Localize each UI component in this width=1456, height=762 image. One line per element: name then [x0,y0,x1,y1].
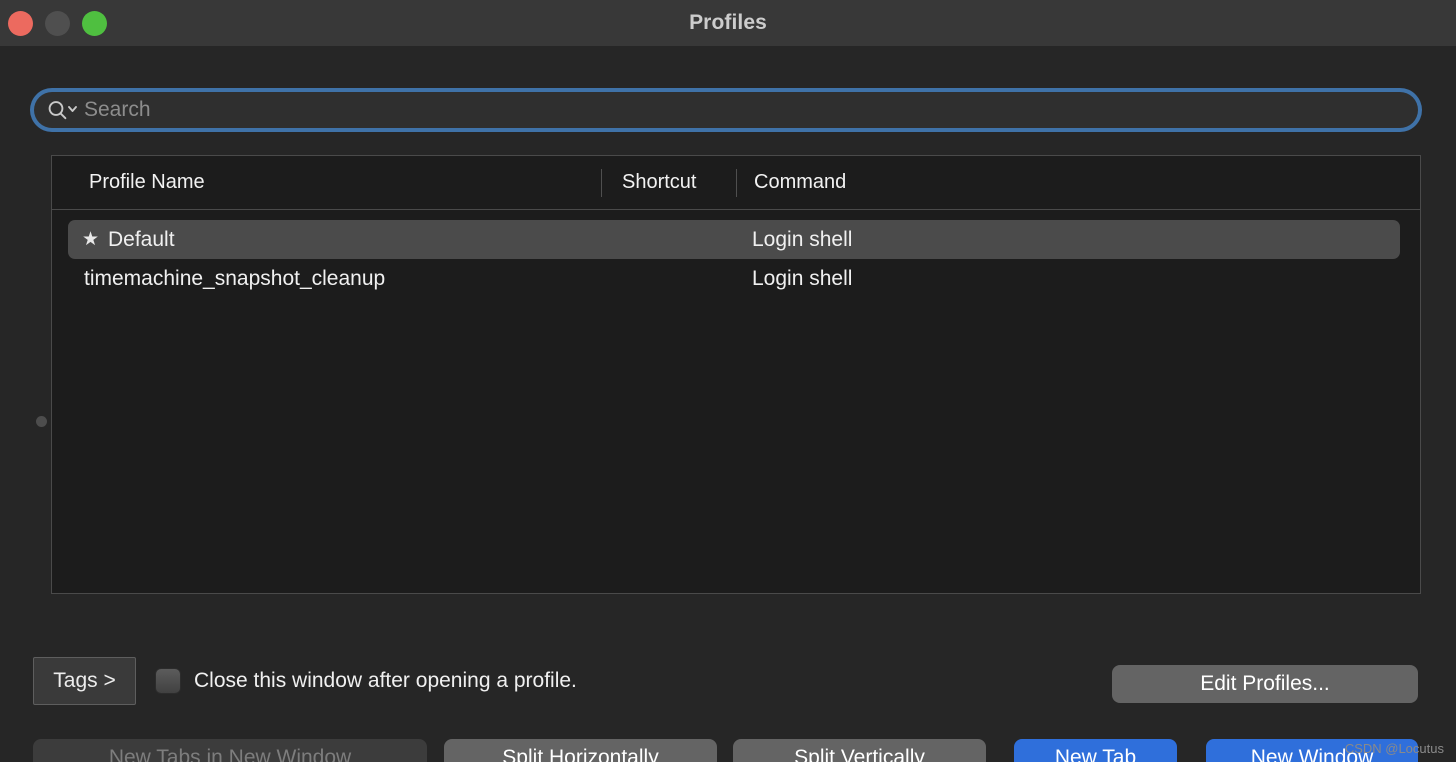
column-divider-1[interactable] [601,169,602,197]
search-field-focus-ring [30,88,1422,132]
star-icon: ★ [82,229,100,250]
column-header-command[interactable]: Command [754,156,846,209]
column-header-shortcut[interactable]: Shortcut [622,156,696,209]
title-bar: Profiles [0,0,1456,47]
profiles-window: Profiles Profile Name Shortcut [0,0,1456,762]
tags-button[interactable]: Tags > [33,657,136,705]
table-row[interactable]: ★ Default Login shell [68,220,1400,259]
profiles-table: Profile Name Shortcut Command ★ Default … [51,155,1421,594]
table-header: Profile Name Shortcut Command [52,156,1420,210]
split-horizontally-button[interactable]: Split Horizontally [444,739,717,762]
column-header-profile-name[interactable]: Profile Name [89,156,205,209]
watermark: CSDN @Locutus [1344,741,1444,756]
command-cell: Login shell [752,266,853,290]
new-tab-button[interactable]: New Tab [1014,739,1177,762]
search-field[interactable] [34,92,1418,128]
pane-resize-handle[interactable] [36,416,47,427]
new-tabs-in-new-window-button: New Tabs in New Window [33,739,427,762]
close-window-checkbox[interactable] [155,668,181,694]
action-button-bar: New Tabs in New Window Split Horizontall… [0,739,1456,762]
edit-profiles-button[interactable]: Edit Profiles... [1112,665,1418,703]
table-row[interactable]: timemachine_snapshot_cleanup Login shell [68,259,1400,298]
search-input[interactable] [82,98,1418,122]
command-cell: Login shell [752,227,853,251]
profile-name-cell: Default [108,227,175,251]
profile-name-cell: timemachine_snapshot_cleanup [84,266,386,290]
search-icon[interactable] [46,99,82,121]
page-title: Profiles [689,11,767,34]
split-vertically-button[interactable]: Split Vertically [733,739,986,762]
table-body: ★ Default Login shell timemachine_snapsh… [52,210,1420,604]
column-divider-2[interactable] [736,169,737,197]
close-window-checkbox-label: Close this window after opening a profil… [194,669,577,692]
window-content: Profile Name Shortcut Command ★ Default … [0,46,1456,762]
